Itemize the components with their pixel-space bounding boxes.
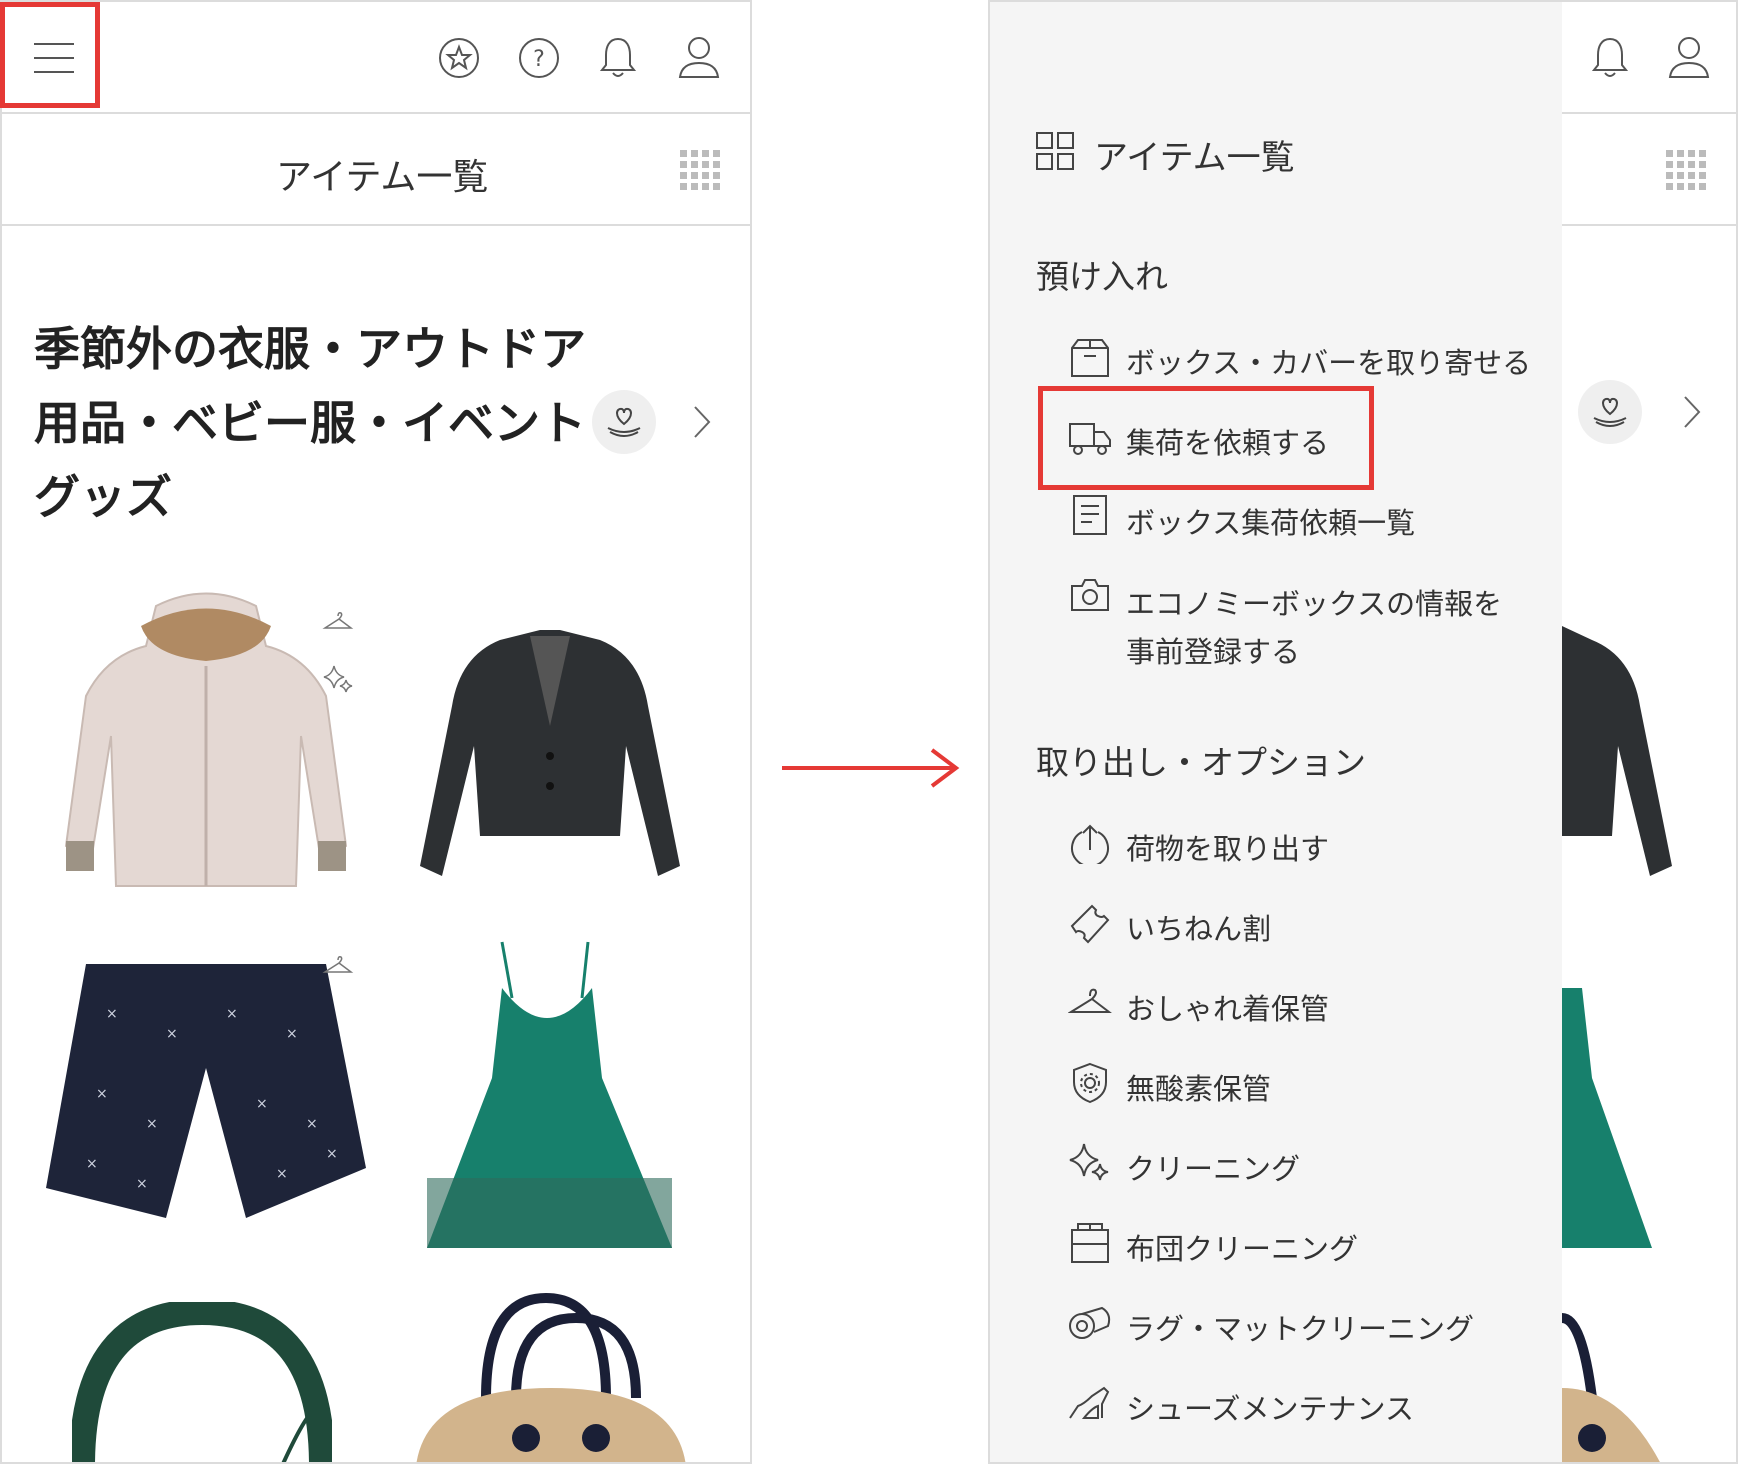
sparkle-icon [1068, 1142, 1112, 1184]
headphones-item[interactable] [69, 1298, 335, 1462]
menu-item-order-box[interactable]: ボックス・カバーを取り寄せる [1126, 340, 1531, 382]
svg-text:?: ? [533, 47, 545, 72]
document-list-icon [1072, 494, 1108, 536]
menu-item-economy-box-line-2: 事前登録する [1126, 635, 1301, 669]
svg-text:×: × [136, 1176, 148, 1192]
green-dress-item[interactable] [422, 938, 682, 1258]
svg-text:×: × [306, 1116, 318, 1132]
camera-icon [1070, 578, 1110, 612]
section-title-deposit: 預け入れ [1036, 257, 1168, 296]
hanger-icon [1068, 986, 1112, 1018]
grid-dots-icon[interactable] [680, 150, 720, 190]
menu-item-retrieve-items[interactable]: 荷物を取り出す [1126, 826, 1329, 868]
person-icon [1668, 35, 1710, 79]
page-title: アイテム一覧 [276, 157, 489, 198]
shield-gear-icon [1070, 1062, 1110, 1104]
rug-roll-icon [1068, 1304, 1112, 1342]
svg-text:×: × [256, 1096, 268, 1112]
menu-item-shoe-maintenance[interactable]: シューズメンテナンス [1126, 1386, 1414, 1428]
black-blazer-item [1562, 626, 1682, 886]
svg-text:×: × [96, 1086, 108, 1102]
bell-icon[interactable] [598, 35, 638, 79]
shoe-icon [1068, 1386, 1112, 1420]
menu-item-pickup-list[interactable]: ボックス集荷依頼一覧 [1126, 500, 1415, 542]
menu-item-fashion-storage[interactable]: おしゃれ着保管 [1126, 986, 1329, 1028]
chevron-right-icon[interactable] [692, 404, 712, 444]
highlight-box-menu [0, 2, 100, 108]
navy-shorts-item[interactable]: × × × × × × × × × × × × [46, 958, 366, 1228]
menu-item-annual-discount[interactable]: いちねん割 [1126, 906, 1271, 948]
grid-squares-icon [1036, 132, 1074, 170]
sparkle-icon [322, 664, 354, 694]
bell-icon [1590, 35, 1630, 79]
svg-text:×: × [146, 1116, 158, 1132]
category-title: 季節外の衣服・アウトドア 用品・ベビー服・イベント グッズ [34, 312, 594, 534]
category-title-line-1: 季節外の衣服・アウトドア [34, 322, 586, 376]
svg-text:×: × [276, 1166, 288, 1182]
grid-dots-icon [1666, 150, 1706, 190]
svg-text:×: × [86, 1156, 98, 1172]
navigation-drawer: アイテム一覧 預け入れ ボックス・カバーを取り寄せる 集荷を依頼する ボックス集… [990, 2, 1562, 1462]
svg-text:×: × [166, 1026, 178, 1042]
svg-text:×: × [326, 1146, 338, 1162]
box-icon [1070, 338, 1110, 378]
menu-item-futon-cleaning[interactable]: 布団クリーニング [1126, 1226, 1358, 1268]
hanger-icon [322, 954, 354, 978]
heart-hand-icon [1593, 397, 1627, 427]
menu-item-economy-box-line-1: エコノミーボックスの情報を [1126, 587, 1503, 621]
highlight-box-pickup [1038, 386, 1374, 490]
upload-arrow-icon [1070, 824, 1110, 864]
question-circle-icon[interactable]: ? [518, 37, 560, 79]
transition-arrow [780, 746, 960, 794]
category-title-line-2: 用品・ベビー服・イベント [34, 396, 586, 450]
heart-hand-button[interactable] [592, 390, 656, 454]
menu-item-cleaning[interactable]: クリーニング [1126, 1146, 1300, 1188]
menu-item-oxygen-free-storage[interactable]: 無酸素保管 [1126, 1066, 1271, 1108]
star-circle-icon[interactable] [438, 37, 480, 79]
menu-item-economy-box-register[interactable]: エコノミーボックスの情報を 事前登録する [1126, 580, 1502, 676]
left-phone-screen: ? アイテム一覧 季節外の衣服・アウトドア 用品・ベビー服・イベント グッズ ×… [0, 0, 752, 1464]
menu-item-rug-cleaning[interactable]: ラグ・マットクリーニング [1126, 1306, 1474, 1348]
heart-hand-button [1578, 380, 1642, 444]
svg-text:×: × [106, 1006, 118, 1022]
down-jacket-item[interactable] [46, 586, 366, 916]
green-dress-item [1562, 938, 1652, 1258]
right-phone-screen: アイテム一覧 預け入れ ボックス・カバーを取り寄せる 集荷を依頼する ボックス集… [988, 0, 1738, 1464]
heart-hand-icon [607, 407, 641, 437]
drawer-title[interactable]: アイテム一覧 [1094, 130, 1295, 179]
basket-bag-item [1561, 1288, 1672, 1462]
section-title-retrieve-options: 取り出し・オプション [1036, 743, 1366, 782]
category-title-line-3: グッズ [34, 470, 172, 524]
chevron-right-icon [1682, 394, 1702, 434]
hanger-icon [322, 610, 354, 634]
person-icon[interactable] [678, 35, 720, 79]
svg-text:×: × [286, 1026, 298, 1042]
svg-text:×: × [226, 1006, 238, 1022]
futon-icon [1070, 1222, 1110, 1264]
basket-bag-item[interactable] [406, 1288, 696, 1462]
black-blazer-item[interactable] [390, 626, 710, 886]
ticket-icon [1070, 904, 1110, 944]
